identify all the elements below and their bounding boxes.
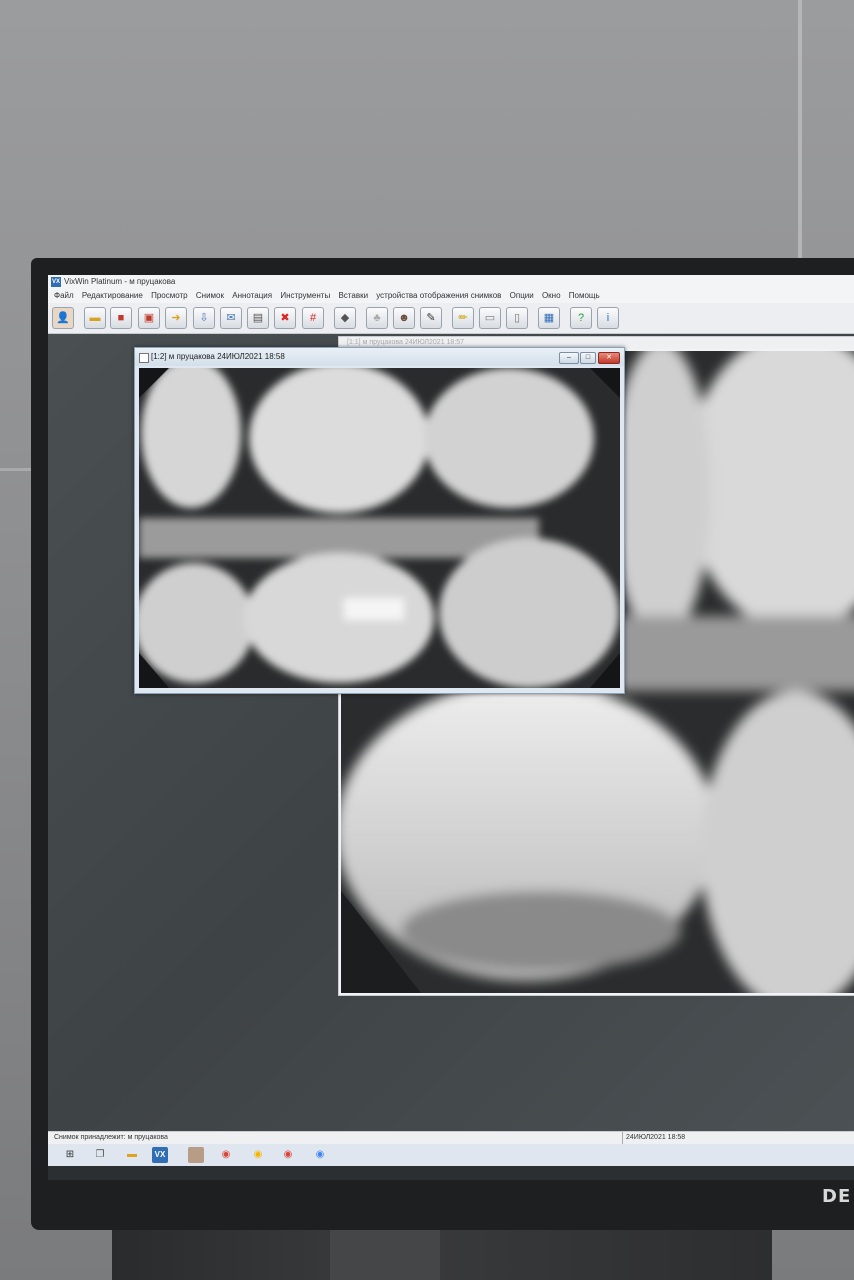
app-titlebar: VX VixWin Platinum - м пруцакова bbox=[48, 275, 854, 289]
photo-app-icon[interactable] bbox=[188, 1147, 204, 1163]
monitor-logo: DE bbox=[822, 1186, 852, 1207]
minimize-button[interactable]: – bbox=[559, 352, 579, 364]
close-button[interactable]: ✕ bbox=[598, 352, 620, 364]
menu-view[interactable]: Просмотр bbox=[151, 291, 188, 300]
chrome-profile-2-icon[interactable]: ◉ bbox=[250, 1147, 266, 1163]
image-window-front-title: [1:2] м пруцакова 24ИЮЛ2021 18:58 bbox=[151, 352, 285, 361]
import-icon[interactable]: ⇩ bbox=[193, 307, 215, 329]
info-icon[interactable]: i bbox=[597, 307, 619, 329]
patient-icon[interactable]: 👤 bbox=[52, 307, 74, 329]
menu-annotation[interactable]: Аннотация bbox=[232, 291, 272, 300]
email-icon[interactable]: ✉ bbox=[220, 307, 242, 329]
highlight-icon[interactable]: ✏ bbox=[452, 307, 474, 329]
document-icon[interactable]: ▯ bbox=[506, 307, 528, 329]
grid-icon[interactable]: # bbox=[302, 307, 324, 329]
face-icon[interactable]: ☻ bbox=[393, 307, 415, 329]
delete-icon[interactable]: ✖ bbox=[274, 307, 296, 329]
maximize-button[interactable]: □ bbox=[580, 352, 596, 364]
status-owner: Снимок принадлежит: м пруцакова bbox=[54, 1134, 168, 1141]
chrome-icon[interactable]: ◉ bbox=[218, 1147, 234, 1163]
teeth-icon: ♣ bbox=[366, 307, 388, 329]
acquire-icon[interactable]: ◆ bbox=[334, 307, 356, 329]
pen-icon[interactable]: ✎ bbox=[420, 307, 442, 329]
save-icon[interactable]: ■ bbox=[110, 307, 132, 329]
image-window-front[interactable]: [1:2] м пруцакова 24ИЮЛ2021 18:58 – □ ✕ bbox=[134, 347, 625, 694]
menu-file[interactable]: Файл bbox=[54, 291, 74, 300]
chrome-profile-4-icon[interactable]: ◉ bbox=[312, 1147, 328, 1163]
status-datetime: 24ИЮЛ2021 18:58 bbox=[622, 1132, 685, 1144]
monitor-stand bbox=[112, 1222, 772, 1280]
vixwin-icon[interactable]: VX bbox=[152, 1147, 168, 1163]
file-explorer-icon[interactable]: ▬ bbox=[124, 1147, 140, 1163]
ruler-icon[interactable]: ▭ bbox=[479, 307, 501, 329]
tile-seam bbox=[798, 0, 802, 260]
windows-taskbar: ⊞ ❐ ▬ VX ◉ ◉ ◉ ◉ bbox=[48, 1144, 854, 1166]
image-window-front-titlebar[interactable]: [1:2] м пруцакова 24ИЮЛ2021 18:58 – □ ✕ bbox=[135, 348, 624, 366]
start-icon[interactable]: ⊞ bbox=[62, 1147, 78, 1163]
open-folder-icon[interactable]: ▬ bbox=[84, 307, 106, 329]
task-view-icon[interactable]: ❐ bbox=[92, 1147, 108, 1163]
menu-bar: Файл Редактирование Просмотр Снимок Анно… bbox=[48, 289, 854, 303]
chrome-profile-3-icon[interactable]: ◉ bbox=[280, 1147, 296, 1163]
vixwin-app-icon: VX bbox=[51, 277, 61, 287]
toolbar: 👤 ▬ ■ ▣ ➜ ⇩ ✉ ▤ ✖ # ◆ ♣ ☻ ✎ ✏ ▭ ▯ ▦ ? i bbox=[48, 303, 854, 334]
menu-help[interactable]: Помощь bbox=[569, 291, 600, 300]
app-title: VixWin Platinum - м пруцакова bbox=[64, 277, 176, 286]
print-icon[interactable]: ▤ bbox=[247, 307, 269, 329]
menu-insert[interactable]: Вставки bbox=[338, 291, 368, 300]
menu-window[interactable]: Окно bbox=[542, 291, 561, 300]
mdi-workspace: [1:1] м пруцакова 24ИЮЛ2021 18:57 [1:2] … bbox=[48, 334, 854, 1140]
monitor-bottom-bezel bbox=[48, 1166, 854, 1180]
export-icon[interactable]: ➜ bbox=[165, 307, 187, 329]
menu-image[interactable]: Снимок bbox=[196, 291, 224, 300]
status-bar: Снимок принадлежит: м пруцакова 24ИЮЛ202… bbox=[48, 1131, 854, 1144]
menu-edit[interactable]: Редактирование bbox=[82, 291, 143, 300]
monitor-stand-neck bbox=[330, 1222, 440, 1280]
menu-devices[interactable]: устройства отображения снимков bbox=[376, 291, 501, 300]
copy-images-icon[interactable]: ▣ bbox=[138, 307, 160, 329]
tile-seam bbox=[0, 468, 34, 471]
menu-options[interactable]: Опции bbox=[510, 291, 534, 300]
screen: VX VixWin Platinum - м пруцакова Файл Ре… bbox=[48, 275, 854, 1180]
window-icon bbox=[139, 353, 149, 363]
menu-tools[interactable]: Инструменты bbox=[280, 291, 330, 300]
xray-image-front[interactable] bbox=[139, 368, 620, 688]
layout-icon[interactable]: ▦ bbox=[538, 307, 560, 329]
help-icon[interactable]: ? bbox=[570, 307, 592, 329]
